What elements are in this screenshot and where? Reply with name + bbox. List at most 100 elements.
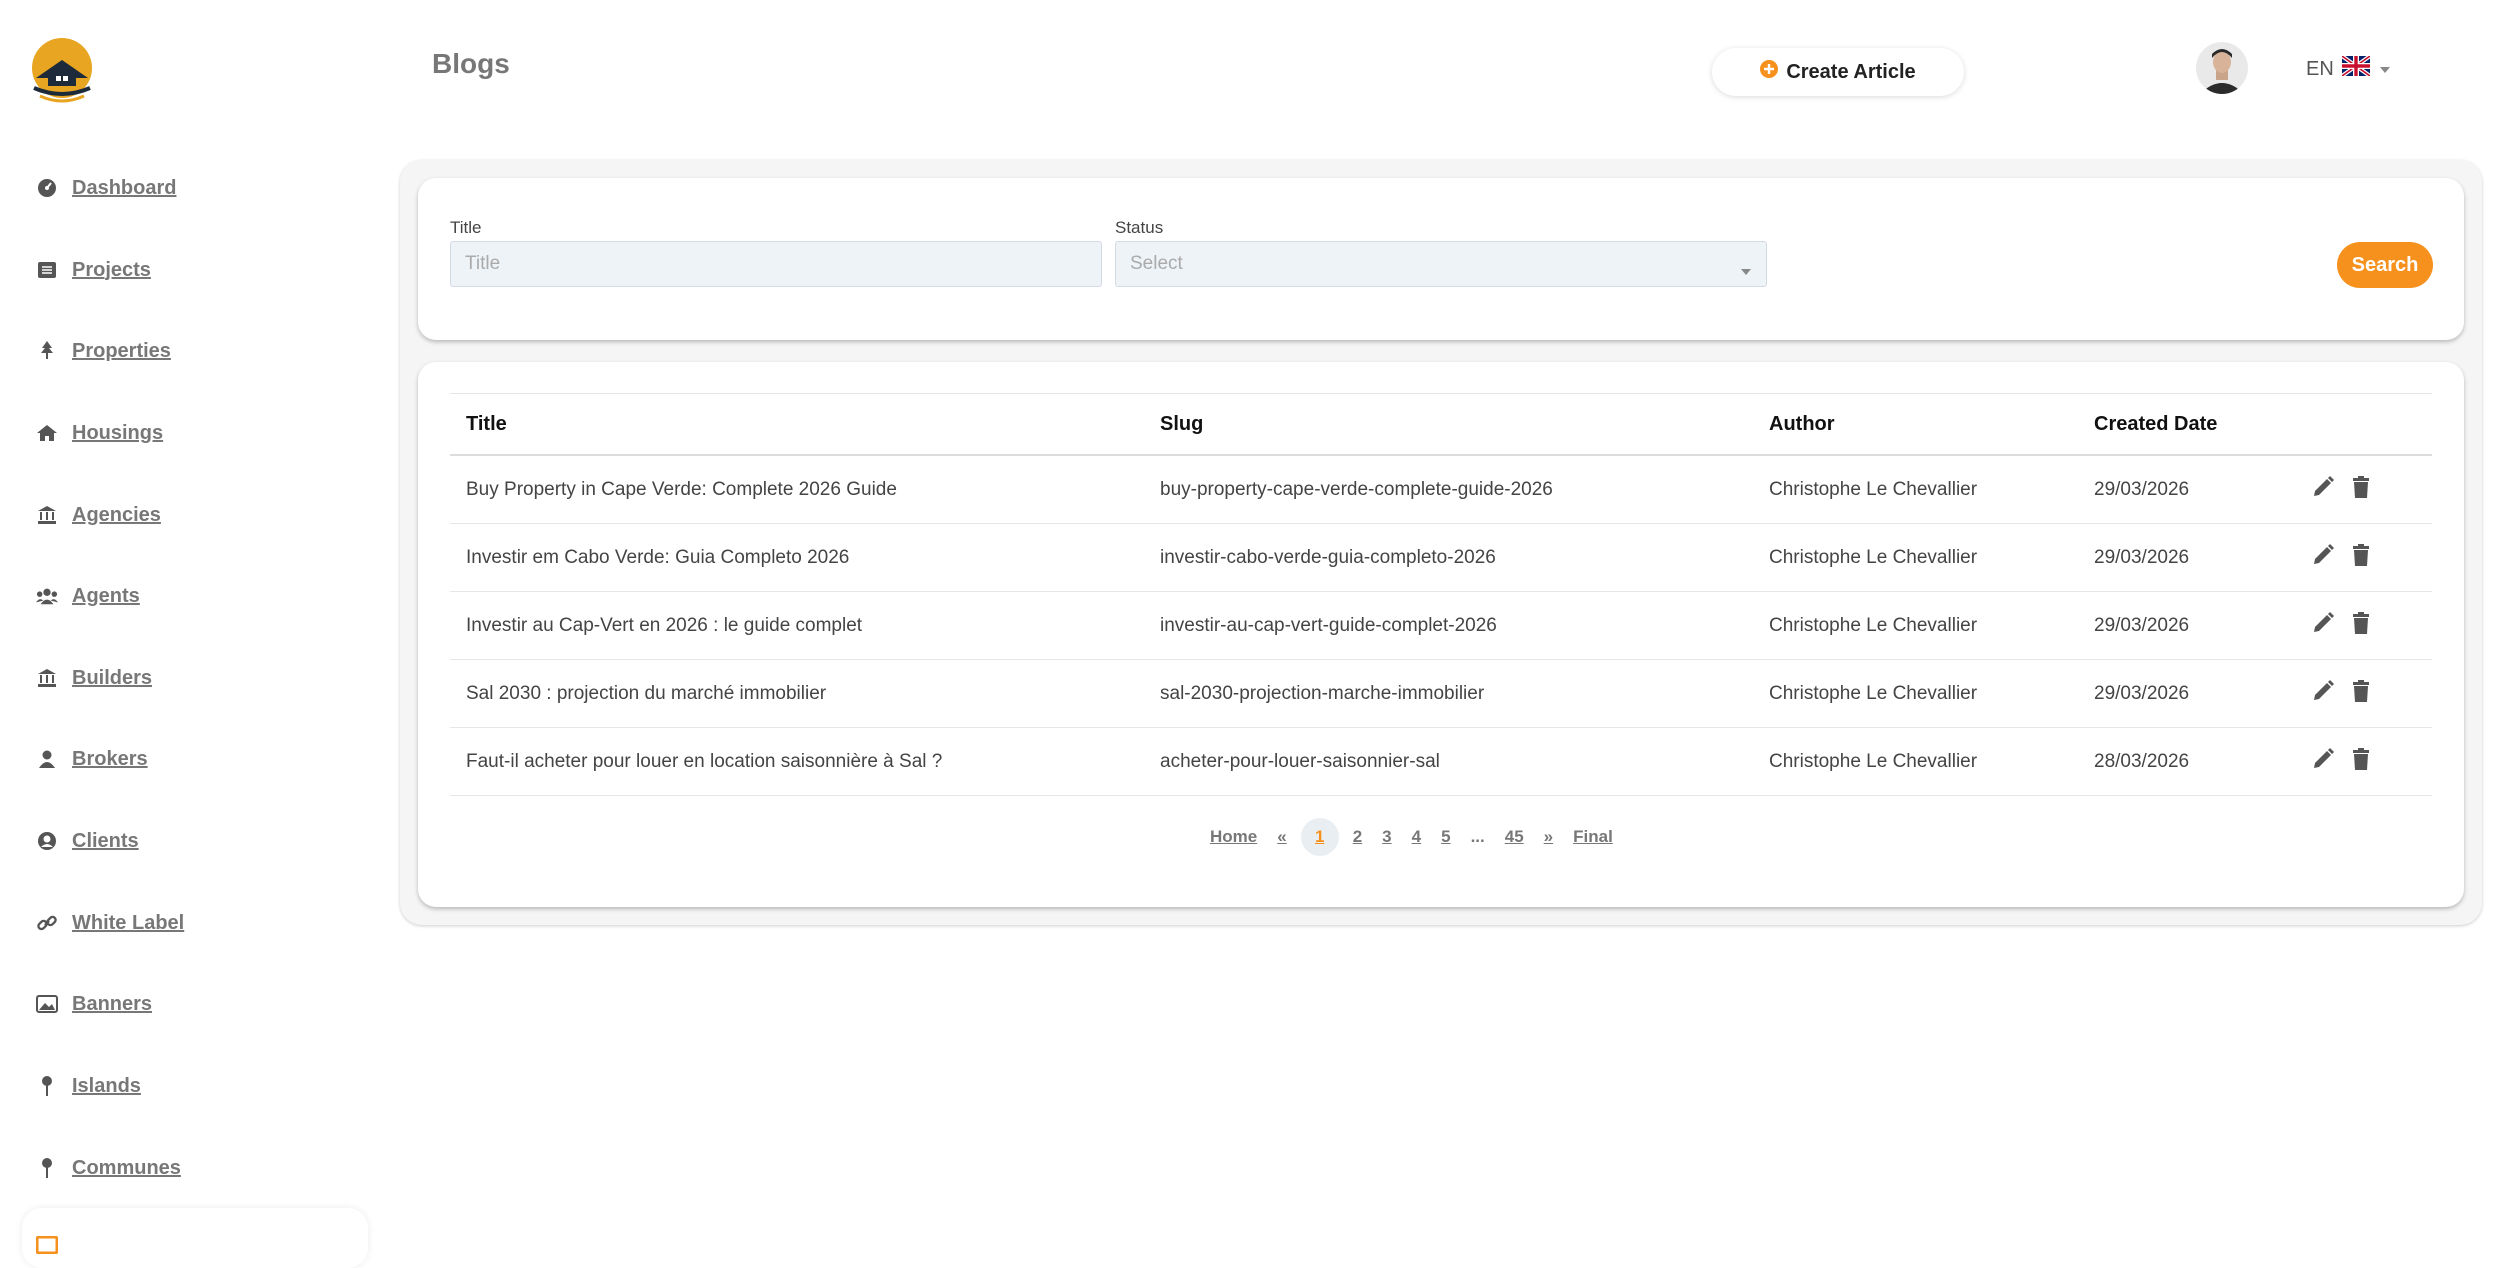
sidebar-item-banners[interactable]: Banners [36,984,152,1024]
cell-created-date: 29/03/2026 [2078,591,2296,660]
status-select[interactable]: Select [1115,241,1767,287]
edit-icon[interactable] [2312,475,2334,504]
sidebar-item-label: Projects [72,258,151,281]
pagination-ellipsis: ... [1470,827,1485,846]
sidebar-item-label: Agents [72,584,140,607]
column-header-slug: Slug [1144,393,1753,456]
sidebar-item-label: Dashboard [72,176,177,199]
cell-actions [2296,455,2432,524]
image-icon [36,993,58,1015]
user-icon [36,748,58,770]
bank-icon [36,667,58,689]
delete-icon[interactable] [2352,679,2370,708]
sidebar-item-dashboard[interactable]: Dashboard [36,168,176,208]
cell-slug: investir-au-cap-vert-guide-complet-2026 [1144,591,1753,660]
delete-icon[interactable] [2352,611,2370,640]
delete-icon[interactable] [2352,543,2370,572]
sidebar-item-housings[interactable]: Housings [36,413,163,453]
sidebar-item-label: Banners [72,992,153,1015]
cell-created-date: 29/03/2026 [2078,659,2296,728]
list-icon [36,259,58,281]
create-article-label: Create Article [1786,60,1916,83]
edit-icon[interactable] [2312,611,2334,640]
language-selector[interactable]: EN [2306,54,2392,82]
language-code: EN [2306,57,2334,80]
pagination-page[interactable]: 3 [1382,827,1391,847]
pin-icon [36,1157,58,1179]
table-row: Sal 2030 : projection du marché immobili… [450,659,2432,728]
sidebar-item-agents[interactable]: Agents [36,576,140,616]
cell-author: Christophe Le Chevallier [1753,727,2078,796]
pagination-page[interactable]: 4 [1412,827,1421,847]
status-filter-label: Status [1115,218,1164,237]
sidebar-item-label: Islands [72,1074,141,1097]
tree-icon [36,340,58,362]
cell-title: Investir em Cabo Verde: Guia Completo 20… [450,523,1144,592]
sidebar-item-blogs[interactable] [22,1208,368,1268]
cell-slug: investir-cabo-verde-guia-completo-2026 [1144,523,1753,592]
sidebar-item-label: Brokers [72,747,148,770]
delete-icon[interactable] [2352,475,2370,504]
cell-title: Sal 2030 : projection du marché immobili… [450,659,1144,728]
pagination-page[interactable]: 2 [1353,827,1362,847]
dashboard-icon [36,177,58,199]
user-circle-icon [36,830,58,852]
cell-title: Buy Property in Cape Verde: Complete 202… [450,455,1144,524]
title-filter-input[interactable]: Title [450,241,1102,287]
table-row: Investir em Cabo Verde: Guia Completo 20… [450,523,2432,592]
sidebar-item-label: Properties [72,339,171,362]
sidebar-item-label: White Label [72,911,185,934]
table-row: Faut-il acheter pour louer en location s… [450,727,2432,796]
users-icon [36,585,58,607]
logo-icon[interactable] [30,38,94,106]
sidebar-item-agencies[interactable]: Agencies [36,495,161,535]
cell-created-date: 29/03/2026 [2078,455,2296,524]
sidebar-item-clients[interactable]: Clients [36,821,139,861]
pagination-home[interactable]: Home [1210,827,1257,847]
link-icon [36,912,58,934]
cell-slug: buy-property-cape-verde-complete-guide-2… [1144,455,1753,524]
cell-title: Faut-il acheter pour louer en location s… [450,727,1144,796]
cell-author: Christophe Le Chevallier [1753,591,2078,660]
edit-icon[interactable] [2312,543,2334,572]
sidebar-item-communes[interactable]: Communes [36,1148,181,1188]
pin-icon [36,1075,58,1097]
chevron-down-icon [1740,260,1752,282]
pagination-final[interactable]: Final [1573,827,1613,847]
sidebar: Dashboard Projects Properties Housings Agenc… [0,0,380,1268]
sidebar-item-properties[interactable]: Properties [36,331,171,371]
pagination-next[interactable]: » [1544,827,1553,847]
pagination-page[interactable]: 5 [1441,827,1450,847]
create-article-button[interactable]: Create Article [1712,48,1964,96]
edit-icon[interactable] [2312,679,2334,708]
table-row: Buy Property in Cape Verde: Complete 202… [450,455,2432,524]
delete-icon[interactable] [2352,747,2370,776]
sidebar-item-islands[interactable]: Islands [36,1066,141,1106]
cell-actions [2296,523,2432,592]
edit-icon[interactable] [2312,747,2334,776]
sidebar-item-projects[interactable]: Projects [36,250,151,290]
pagination-page-current[interactable]: 1 [1300,818,1339,856]
title-filter-label: Title [450,218,482,237]
blog-icon [36,1234,58,1256]
sidebar-item-label: Communes [72,1156,181,1179]
page-title: Blogs [432,48,510,79]
sidebar-item-label: Agencies [72,503,161,526]
avatar[interactable] [2196,42,2248,94]
table-row: Investir au Cap-Vert en 2026 : le guide … [450,591,2432,660]
cell-created-date: 29/03/2026 [2078,523,2296,592]
cell-title: Investir au Cap-Vert en 2026 : le guide … [450,591,1144,660]
cell-actions [2296,727,2432,796]
status-select-value: Select [1130,253,1183,274]
cell-actions [2296,591,2432,660]
cell-slug: sal-2030-projection-marche-immobilier [1144,659,1753,728]
sidebar-item-builders[interactable]: Builders [36,658,152,698]
cell-actions [2296,659,2432,728]
pagination-page-last[interactable]: 45 [1505,827,1524,847]
sidebar-item-white-label[interactable]: White Label [36,903,184,943]
search-button[interactable]: Search [2337,242,2433,288]
sidebar-item-brokers[interactable]: Brokers [36,739,148,779]
pagination-prev[interactable]: « [1277,827,1286,847]
column-header-actions [2296,393,2432,456]
cell-created-date: 28/03/2026 [2078,727,2296,796]
